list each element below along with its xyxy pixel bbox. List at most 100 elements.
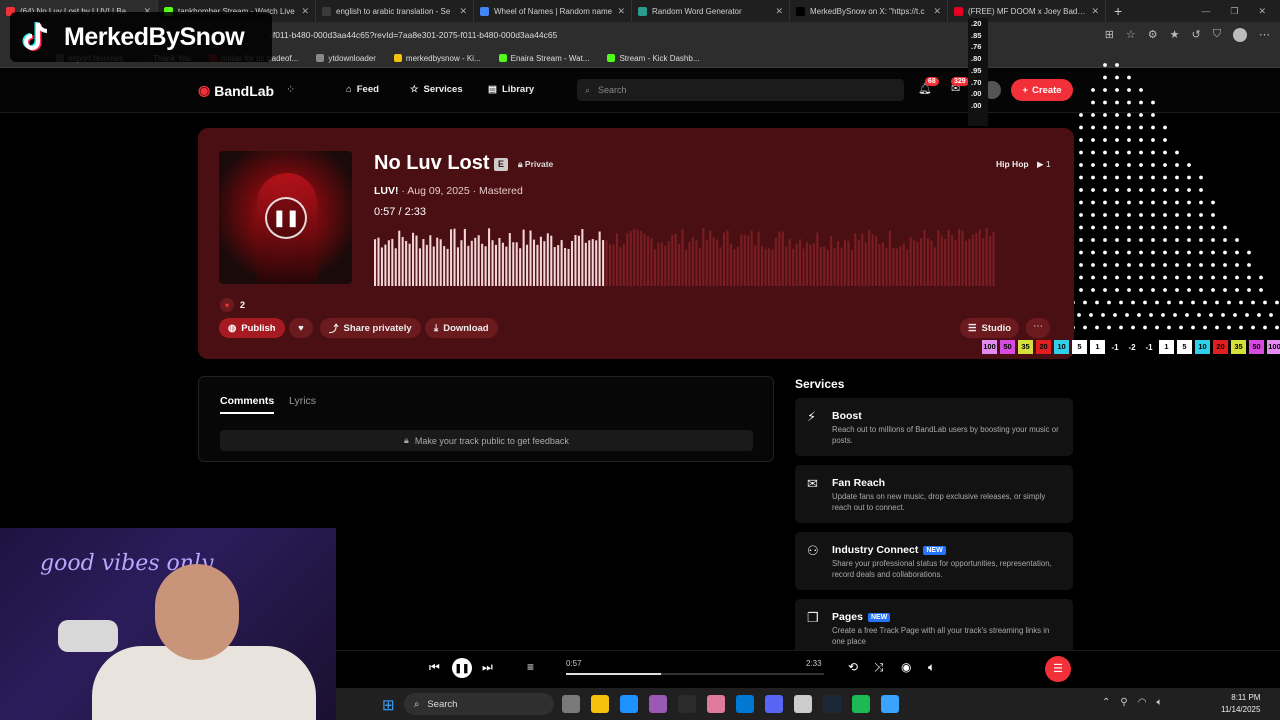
waveform[interactable] — [374, 226, 996, 286]
bandlab-logo[interactable]: ◉ BandLab — [198, 82, 274, 99]
bookmark-item[interactable]: ytdownloader — [316, 54, 376, 63]
favorite-star-icon[interactable]: ☆ — [1126, 28, 1136, 42]
bookmark-item[interactable]: merkedbysnow - Ki... — [393, 54, 481, 63]
queue-button[interactable]: ☰ — [1045, 656, 1071, 682]
download-button[interactable]: ⤓ Download — [425, 318, 498, 338]
tab-comments[interactable]: Comments — [220, 395, 275, 414]
chevron-up-icon[interactable]: ⌃ — [1102, 697, 1110, 708]
waveform-bar — [567, 248, 570, 286]
tab-close-icon[interactable]: ✕ — [459, 6, 467, 17]
taskbar-app-icon[interactable] — [765, 695, 783, 713]
search-input[interactable]: ⌕ Search — [577, 79, 904, 101]
taskbar-app-icon[interactable] — [562, 695, 580, 713]
more-options-button[interactable]: ⋯ — [1026, 318, 1050, 338]
minimize-icon[interactable]: — — [1201, 6, 1210, 17]
share-privately-button[interactable]: ⤴ Share privately — [320, 318, 421, 338]
apps-grid-icon[interactable]: ⁘ — [286, 83, 295, 96]
service-card[interactable]: ⚡︎ Boost Reach out to millions of BandLab … — [795, 398, 1073, 456]
browser-tab[interactable]: MerkedBySnow on X: "https://t.c ✕ — [790, 0, 948, 22]
nav-services[interactable]: ☆ Services — [410, 84, 463, 95]
extensions-icon[interactable]: ⚙ — [1148, 28, 1158, 42]
genre-tag[interactable]: Hip Hop — [996, 159, 1029, 169]
waveform-bar — [895, 248, 898, 286]
tab-close-icon[interactable]: ✕ — [301, 6, 309, 17]
progress-bar[interactable] — [566, 673, 824, 675]
service-card[interactable]: ❐ Pages NEW Create a free Track Page with a… — [795, 599, 1073, 657]
meter-value: -2 — [1128, 342, 1136, 352]
previous-icon[interactable]: ⏮ — [429, 660, 440, 675]
bookmark-item[interactable]: Enaira Stream - Wat... — [498, 54, 589, 63]
close-window-icon[interactable]: ✕ — [1258, 6, 1266, 17]
taskbar-app-icon[interactable] — [591, 695, 609, 713]
next-icon[interactable]: ⏭ — [482, 660, 493, 675]
waveform-bar — [875, 235, 878, 286]
decor-dot — [1139, 100, 1143, 105]
decor-dot — [1127, 175, 1131, 180]
taskbar-app-icon[interactable] — [736, 695, 754, 713]
tab-label: (FREE) MF DOOM x Joey Bada$$ — [968, 6, 1087, 16]
waveform-bar — [612, 244, 615, 286]
profile-avatar[interactable] — [1233, 28, 1247, 42]
wifi-icon[interactable]: ◠ — [1138, 697, 1147, 708]
artist-link[interactable]: LUV! — [374, 185, 399, 197]
nav-library[interactable]: ▤ Library — [488, 84, 534, 95]
queue-list-icon[interactable]: ≡ — [527, 660, 534, 674]
taskbar-app-icon[interactable] — [707, 695, 725, 713]
taskbar-app-icon[interactable] — [852, 695, 870, 713]
taskbar-app-icon[interactable] — [620, 695, 638, 713]
tab-close-icon[interactable]: ✕ — [1091, 6, 1099, 17]
service-card[interactable]: ⚇ Industry Connect NEW Share your professio… — [795, 532, 1073, 590]
like-button[interactable]: ♥ — [289, 318, 313, 338]
clock[interactable]: 8:11 PM 11/14/2025 — [1221, 692, 1260, 716]
waveform-bar — [954, 239, 957, 286]
tab-close-icon[interactable]: ✕ — [617, 6, 625, 17]
waveform-bar — [484, 246, 487, 286]
taskbar-app-icon[interactable] — [881, 695, 899, 713]
url-field[interactable]: -f011-b480-000d3aa44c65?revId=7aa8e301-2… — [270, 27, 1010, 44]
decor-dot — [1091, 250, 1095, 255]
heart-icon[interactable]: ♥ — [220, 298, 234, 312]
tab-close-icon[interactable]: ✕ — [775, 6, 783, 17]
windows-start-icon[interactable]: ⊞ — [382, 696, 395, 714]
nav-feed[interactable]: ⌂ Feed — [346, 84, 379, 95]
decor-dot — [1263, 325, 1267, 330]
waveform-bar — [646, 235, 650, 286]
bookmark-item[interactable]: Stream - Kick Dashb... — [607, 54, 700, 63]
taskbar-app-icon[interactable] — [823, 695, 841, 713]
favorites-icon[interactable]: ★ — [1170, 28, 1180, 42]
browser-tab[interactable]: english to arabic translation - Se ✕ — [316, 0, 474, 22]
player-pause-button[interactable]: ❚❚ — [452, 658, 472, 678]
broadcast-icon[interactable]: ◉ — [901, 660, 911, 674]
browser-tab[interactable]: Wheel of Names | Random name ✕ — [474, 0, 632, 22]
taskbar-app-icon[interactable] — [678, 695, 696, 713]
menu-icon[interactable]: ⋯ — [1259, 28, 1270, 42]
taskbar-search[interactable]: ⌕ Search — [404, 693, 554, 715]
waveform-bar — [418, 248, 421, 286]
tab-close-icon[interactable]: ✕ — [933, 6, 941, 17]
tab-lyrics[interactable]: Lyrics — [289, 395, 316, 407]
waveform-bar — [764, 249, 767, 286]
waveform-bar — [992, 231, 995, 286]
browser-tab[interactable]: Random Word Generator ✕ — [632, 0, 790, 22]
new-tab-button[interactable]: + — [1106, 3, 1130, 19]
volume-icon[interactable]: 🔈︎ — [928, 660, 935, 675]
decor-dot — [1127, 200, 1131, 205]
service-card[interactable]: ✉ Fan Reach Update fans on new music, drop… — [795, 465, 1073, 523]
pause-button[interactable]: ❚❚ — [265, 197, 307, 239]
studio-button[interactable]: ☰ Studio — [960, 318, 1020, 338]
publish-button[interactable]: ◍ Publish — [219, 318, 285, 338]
shield-icon[interactable]: ⛉ — [1213, 28, 1221, 42]
maximize-icon[interactable]: ❐ — [1230, 6, 1238, 17]
taskbar-apps — [562, 695, 899, 713]
repeat-icon[interactable]: ⟲ — [848, 660, 858, 674]
taskbar-app-icon[interactable] — [649, 695, 667, 713]
decor-dot — [1163, 238, 1167, 242]
history-icon[interactable]: ↺ — [1192, 28, 1201, 42]
volume-tray-icon[interactable]: 🔈︎ — [1156, 697, 1162, 708]
decor-dot — [1161, 313, 1165, 317]
waveform-bar — [678, 244, 681, 286]
apps-icon[interactable]: ⊞ — [1105, 28, 1114, 42]
network-icon[interactable]: ⚲ — [1120, 697, 1127, 708]
shuffle-icon[interactable]: ⤨ — [874, 660, 884, 675]
taskbar-app-icon[interactable] — [794, 695, 812, 713]
